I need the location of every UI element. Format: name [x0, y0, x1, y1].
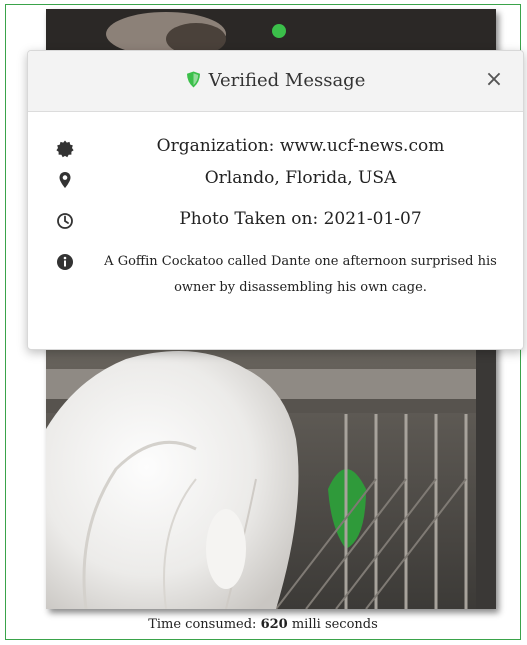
location-text: Orlando, Florida, USA — [204, 168, 397, 188]
modal-title: Verified Message — [28, 70, 523, 93]
modal-title-text: Verified Message — [208, 70, 366, 91]
close-button[interactable]: × — [481, 65, 507, 95]
time-consumed-caption: Time consumed: 620 milli seconds — [6, 617, 520, 632]
organization-text: Organization: www.ucf-news.com — [156, 136, 445, 156]
photo-date-text: Photo Taken on: 2021-01-07 — [179, 209, 422, 229]
modal-header: Verified Message × — [28, 51, 523, 112]
verified-message-modal: Verified Message × Organization: www.ucf… — [27, 50, 524, 350]
info-icon — [56, 253, 74, 271]
caption-value: 620 — [260, 617, 288, 632]
page-frame: Time consumed: 620 milli seconds Verifie… — [5, 4, 524, 640]
shield-icon — [186, 71, 201, 93]
map-marker-icon — [56, 171, 74, 189]
clock-icon — [56, 212, 74, 230]
caption-suffix: milli seconds — [287, 617, 378, 632]
certificate-icon — [56, 140, 74, 158]
caption-prefix: Time consumed: — [148, 617, 261, 632]
description-text: A Goffin Cockatoo called Dante one after… — [104, 254, 497, 295]
